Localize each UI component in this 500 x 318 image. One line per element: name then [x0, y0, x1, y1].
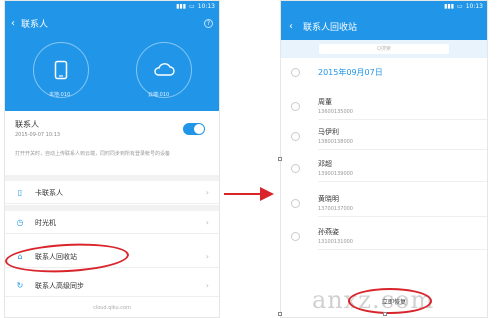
status-bar: ▮▮▮ ▭ 10:13 [5, 1, 219, 12]
phone-icon [54, 60, 68, 80]
contact-name: 孙燕姿 [318, 228, 339, 236]
highlight-circle [348, 288, 432, 314]
signal-icon: ▮▮▮ [176, 3, 187, 10]
contact-phone: 13700137000 [318, 206, 353, 212]
sync-toggle[interactable] [183, 123, 205, 135]
contact-name: 周董 [318, 98, 332, 106]
cloud-contacts-circle[interactable] [136, 42, 192, 98]
sync-item-date: 2015-09-07 10:13 [15, 132, 61, 138]
section-divider [5, 205, 219, 211]
menu-item-sim-contacts[interactable]: ▯ 卡联系人 › [5, 182, 219, 204]
select-radio[interactable] [291, 198, 300, 208]
row-divider [318, 149, 487, 150]
list-item[interactable]: 黄晓明 13700137000 [291, 194, 487, 217]
help-icon[interactable]: ? [204, 18, 213, 28]
search-bar: Q搜索 [281, 40, 487, 58]
list-item[interactable]: 孙燕姿 13100131000 [291, 227, 487, 250]
local-contacts-circle[interactable] [33, 42, 89, 98]
select-radio[interactable] [291, 231, 300, 241]
status-time: 10:13 [197, 3, 215, 10]
section-divider [5, 175, 219, 181]
sync-description: 打开开关时，自动上传联系人到云端，同时同步到所有登录帐号的设备 [15, 151, 171, 157]
tutorial-screenshot: ▮▮▮ ▭ 10:13 ‹ 联系人 ? 本地:010 云端:010 联系人 20… [0, 0, 500, 318]
title-bar: ‹ 联系人回收站 [281, 12, 487, 40]
sync-icon: ↻ [16, 281, 24, 290]
search-input[interactable]: Q搜索 [319, 44, 449, 54]
list-item[interactable]: 周董 13600135000 [291, 97, 487, 120]
row-divider [318, 216, 487, 217]
row-divider [318, 181, 487, 182]
list-item[interactable]: 邓超 13900139000 [291, 159, 487, 182]
status-time: 10:13 [465, 3, 483, 10]
cloud-count-label: 云端:010 [148, 92, 170, 98]
status-bar: ▮▮▮ ▭ 10:13 [281, 1, 487, 12]
chevron-right-icon: › [205, 252, 209, 261]
date-group-label: 2015年09月07日 [318, 68, 383, 77]
sync-item-name: 联系人 [15, 120, 39, 129]
contact-phone: 13800138000 [318, 139, 353, 145]
contact-phone: 13100131000 [318, 239, 353, 245]
contact-name: 黄晓明 [318, 195, 339, 203]
contact-name: 马伊利 [318, 128, 339, 136]
row-divider [318, 249, 487, 250]
chevron-right-icon: › [205, 281, 209, 290]
clock-icon: ◷ [16, 218, 24, 227]
arrow-right-icon [224, 187, 274, 201]
footer-url: cloud.qiku.com [93, 305, 131, 311]
recycle-bin-screen: ▮▮▮ ▭ 10:13 ‹ 联系人回收站 Q搜索 2015年09月07日 周董 … [280, 0, 488, 318]
date-group-row[interactable]: 2015年09月07日 [291, 67, 487, 78]
menu-item-label: 卡联系人 [35, 188, 63, 197]
signal-icon: ▮▮▮ [444, 3, 455, 10]
page-title: 联系人回收站 [303, 22, 358, 33]
page-title: 联系人 [21, 19, 49, 30]
selection-handle [383, 312, 387, 316]
select-radio[interactable] [291, 131, 300, 141]
chevron-right-icon: › [205, 188, 209, 197]
header-extension [5, 101, 219, 111]
menu-item-advanced-sync[interactable]: ↻ 联系人高级同步 › [5, 275, 219, 297]
select-radio[interactable] [291, 101, 300, 111]
list-item[interactable]: 马伊利 13800138000 [291, 127, 487, 150]
battery-icon: ▭ [189, 3, 195, 10]
contacts-settings-screen: ▮▮▮ ▭ 10:13 ‹ 联系人 ? 本地:010 云端:010 联系人 20… [4, 0, 220, 318]
selection-handle [278, 157, 282, 161]
row-divider [318, 119, 487, 120]
contact-phone: 13900139000 [318, 171, 353, 177]
selection-handle [278, 312, 282, 316]
contact-name: 邓超 [318, 160, 332, 168]
local-count-label: 本地:010 [49, 92, 71, 98]
select-all-radio[interactable] [291, 68, 300, 77]
battery-icon: ▭ [457, 3, 463, 10]
contact-phone: 13600135000 [318, 109, 353, 115]
select-radio[interactable] [291, 163, 300, 173]
contact-sync-row: 联系人 2015-09-07 10:13 [5, 111, 219, 138]
sync-header: ‹ 联系人 ? [5, 12, 219, 101]
cloud-icon [154, 63, 175, 76]
menu-item-label: 联系人高级同步 [35, 281, 84, 290]
menu-item-time-machine[interactable]: ◷ 时光机 › [5, 212, 219, 234]
menu-item-label: 时光机 [35, 218, 56, 227]
chevron-right-icon: › [205, 218, 209, 227]
back-arrow-icon[interactable]: ‹ [11, 18, 15, 29]
back-arrow-icon[interactable]: ‹ [289, 21, 293, 32]
sim-card-icon: ▯ [17, 188, 23, 197]
